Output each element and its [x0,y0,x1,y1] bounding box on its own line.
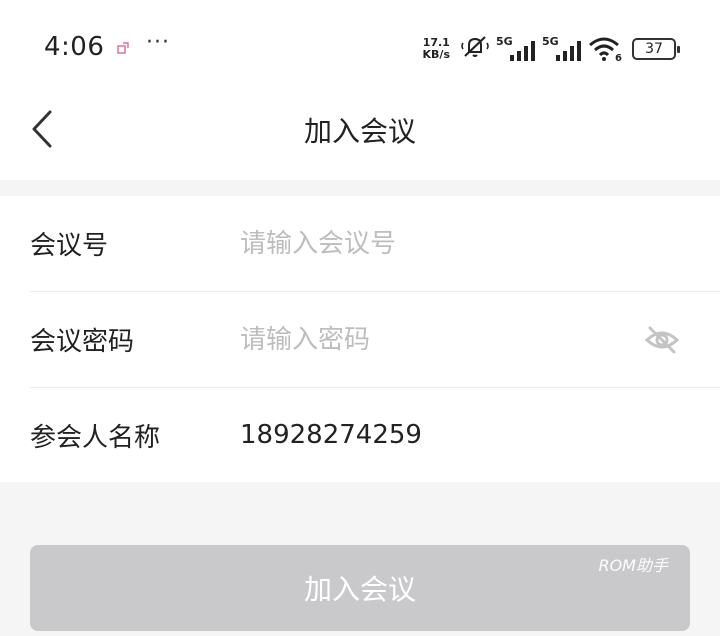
sim2-signal: 5G [542,35,582,63]
wifi-icon: 6 [588,36,622,64]
status-bar: 4:06 ··· 17.1 KB/s 5G 5G 6 37 [0,0,720,96]
mute-icon [460,34,490,64]
signal-icon [556,41,581,61]
password-input[interactable] [240,314,642,365]
wifi-badge: 6 [615,53,622,64]
watermark: ROM助手 [598,556,668,575]
join-meeting-form: 会议号 会议密码 参会人名称 [0,196,720,482]
network-speed-unit: KB/s [422,48,450,61]
password-label: 会议密码 [30,327,135,357]
notification-icon [116,40,130,54]
sim1-signal: 5G [496,35,536,63]
status-time: 4:06 [44,32,105,62]
join-meeting-button[interactable]: 加入会议 [30,545,690,631]
navigation-bar: 加入会议 [0,96,720,180]
more-notifications-icon: ··· [146,30,170,55]
password-row: 会议密码 [30,292,720,388]
toggle-password-visibility-button[interactable] [642,320,682,360]
network-speed: 17.1 KB/s [423,37,450,61]
display-name-input[interactable] [240,410,720,460]
meeting-id-input[interactable] [240,218,720,269]
eye-hidden-icon [645,326,679,353]
battery-level: 37 [645,41,663,57]
status-indicators: 17.1 KB/s 5G 5G 6 37 [423,34,680,64]
meeting-id-row: 会议号 [30,196,720,292]
meeting-id-label: 会议号 [30,231,109,261]
battery-icon: 37 [632,38,680,60]
signal-icon [510,41,535,61]
display-name-row: 参会人名称 [30,388,720,482]
page-title: 加入会议 [303,115,416,148]
display-name-label: 参会人名称 [30,422,161,453]
